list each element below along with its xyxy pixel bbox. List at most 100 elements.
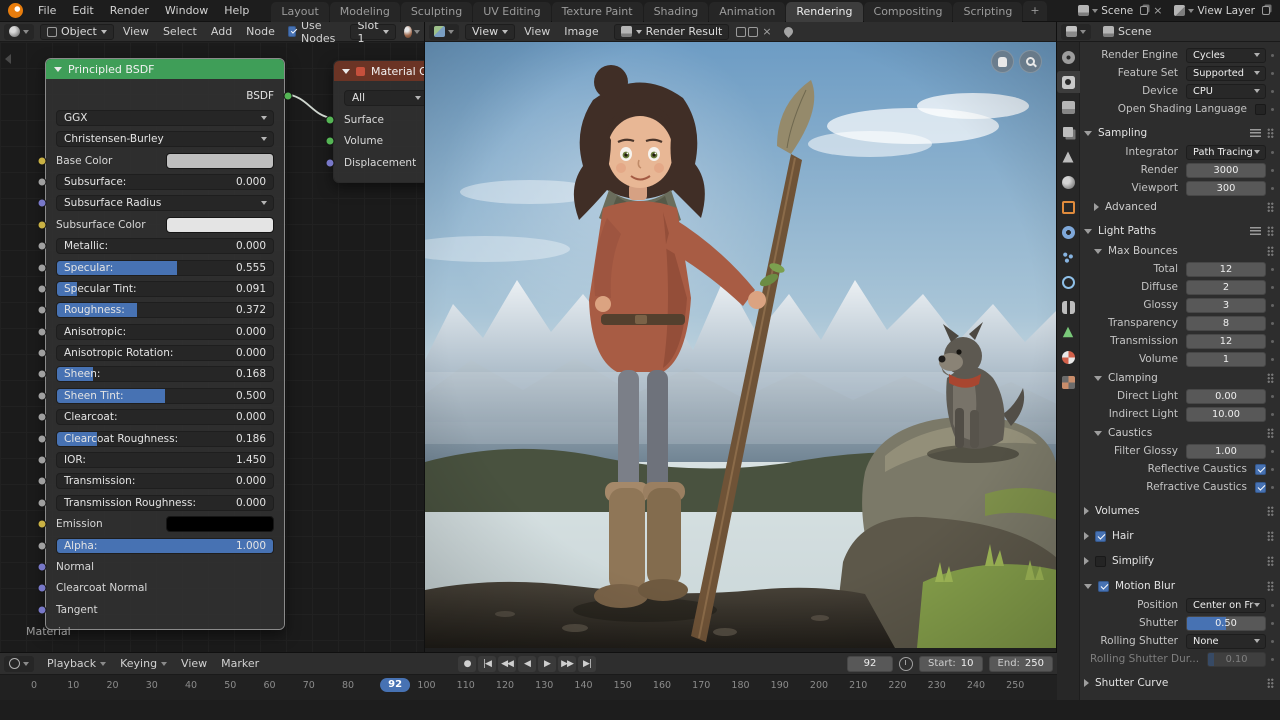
workspace-tab[interactable]: Rendering [786, 2, 862, 22]
node-socket[interactable] [38, 541, 47, 550]
timeline-menu-item[interactable]: Keying [113, 654, 174, 674]
property-checkbox[interactable] [1255, 482, 1266, 493]
view-layer-properties-tab[interactable] [1057, 121, 1080, 143]
constraints-properties-tab[interactable] [1057, 296, 1080, 318]
pin-icon[interactable] [782, 25, 795, 38]
property-row[interactable]: Direct Light 0.00 [1084, 388, 1274, 404]
property-row[interactable]: Max Bounces [1084, 243, 1274, 259]
property-field[interactable]: Supported [1186, 66, 1266, 81]
property-field[interactable]: Center on Frame [1186, 598, 1266, 613]
property-row[interactable]: Indirect Light 10.00 [1084, 406, 1274, 422]
property-field[interactable]: 10.00 [1186, 407, 1266, 422]
unlink-scene-icon[interactable]: × [1151, 4, 1164, 17]
drag-handle-icon[interactable] [1267, 581, 1274, 592]
drag-handle-icon[interactable] [1267, 202, 1274, 213]
node-socket[interactable] [38, 177, 47, 186]
menubar-item[interactable]: Window [157, 0, 216, 22]
node-socket[interactable] [38, 434, 47, 443]
node-input-row[interactable]: All All [344, 89, 424, 107]
view-layer-name[interactable]: View Layer [1197, 5, 1255, 17]
property-row[interactable]: Diffuse 2 [1084, 279, 1274, 295]
collapse-arrow-icon[interactable] [342, 69, 350, 74]
workspace-tab[interactable]: Compositing [864, 2, 953, 22]
node-socket[interactable] [38, 477, 47, 486]
preview-range-icon[interactable] [899, 657, 913, 671]
current-frame-indicator[interactable]: 92 [380, 678, 410, 692]
unlink-image-icon[interactable]: × [760, 25, 773, 38]
property-row[interactable]: Feature Set Supported [1084, 65, 1274, 81]
image-menu-item[interactable]: Image [557, 22, 605, 42]
bsdf-output-row[interactable]: BSDF [56, 87, 274, 105]
property-row[interactable]: Glossy 3 [1084, 297, 1274, 313]
node-socket[interactable] [38, 456, 47, 465]
material-output-node[interactable]: Material Out... All [333, 60, 424, 183]
node-input-row[interactable]: Anisotropic: 0.000 Anisotropic: [56, 323, 274, 341]
jump-to-end-button[interactable]: ▶| [578, 656, 596, 672]
view-layer-dropdown-chevron-icon[interactable] [1188, 9, 1194, 13]
play-reverse-button[interactable]: ◀ [518, 656, 536, 672]
editor-type-button[interactable] [4, 656, 34, 672]
property-row[interactable]: Filter Glossy 1.00 [1084, 443, 1274, 459]
view-layer-selector[interactable]: View Layer [1174, 5, 1270, 17]
scene-selector[interactable]: Scene × [1078, 4, 1164, 17]
property-row[interactable]: Caustics [1084, 425, 1274, 441]
editor-type-button[interactable] [1061, 24, 1091, 40]
node-input-row[interactable]: Clearcoat: 0.000 Clearcoat: [56, 408, 274, 426]
shader-mode-dropdown[interactable]: Object [40, 24, 114, 40]
previous-keyframe-button[interactable]: ◀◀ [498, 656, 516, 672]
workspace-tab[interactable]: Scripting [953, 2, 1022, 22]
property-checkbox[interactable] [1255, 104, 1266, 115]
node-socket[interactable] [38, 284, 47, 293]
property-row[interactable]: Clamping [1084, 370, 1274, 386]
node-socket[interactable] [38, 584, 47, 593]
property-row[interactable]: Shutter 0.50 [1084, 615, 1274, 631]
world-properties-tab[interactable] [1057, 171, 1080, 193]
drag-handle-icon[interactable] [1267, 246, 1274, 257]
node-field[interactable]: Transmission: 0.000 [56, 473, 274, 489]
frame-end-field[interactable]: End: 250 [989, 656, 1053, 672]
modifier-properties-tab[interactable] [1057, 221, 1080, 243]
texture-properties-tab[interactable] [1057, 371, 1080, 393]
editor-type-button[interactable] [4, 24, 34, 40]
node-socket[interactable] [38, 263, 47, 272]
node-socket[interactable] [38, 349, 47, 358]
property-field[interactable]: 0.00 [1186, 389, 1266, 404]
node-input-row[interactable]: Roughness: 0.372 Roughness: [56, 301, 274, 319]
node-field[interactable]: Metallic: 0.000 [56, 238, 274, 254]
editor-type-button[interactable] [429, 24, 459, 40]
current-frame-field[interactable]: 92 [847, 656, 893, 672]
property-row[interactable]: Open Shading Language [1084, 101, 1274, 117]
node-field[interactable]: Christensen-Burley [56, 131, 274, 147]
node-input-row[interactable]: Tangent Tangent [56, 601, 274, 619]
render-result-viewport[interactable] [425, 42, 1056, 652]
node-input-row[interactable]: Normal Normal [56, 558, 274, 576]
property-row[interactable]: Position Center on Frame [1084, 597, 1274, 613]
node-field[interactable]: Anisotropic Rotation: 0.000 [56, 345, 274, 361]
property-row[interactable]: Total 12 [1084, 261, 1274, 277]
node-input-row[interactable]: Displacement Displacement [344, 154, 424, 172]
node-socket[interactable] [326, 158, 335, 167]
node-input-row[interactable]: Clearcoat Roughness: 0.186 Clearcoat Rou… [56, 430, 274, 448]
property-field[interactable]: 3000 [1186, 163, 1266, 178]
node-socket[interactable] [38, 520, 47, 529]
node-input-row[interactable]: Specular Tint: 0.091 Specular Tint: [56, 280, 274, 298]
property-field[interactable]: Cycles [1186, 48, 1266, 63]
node-input-row[interactable]: Sheen: 0.168 Sheen: [56, 365, 274, 383]
property-row[interactable]: Device CPU [1084, 83, 1274, 99]
node-field[interactable]: All [344, 90, 424, 106]
node-field[interactable]: Alpha: 1.000 [56, 538, 274, 554]
node-input-row[interactable]: IOR: 1.450 IOR: [56, 451, 274, 469]
collapse-arrow-icon[interactable] [54, 67, 62, 72]
add-workspace-button[interactable]: + [1023, 1, 1046, 21]
node-socket[interactable] [38, 199, 47, 208]
node-input-row[interactable]: Anisotropic Rotation: 0.000 Anisotropic … [56, 344, 274, 362]
principled-node-header[interactable]: Principled BSDF [46, 59, 284, 79]
use-nodes-toggle[interactable]: Use Nodes [288, 22, 341, 45]
image-menu-item[interactable]: View [517, 22, 557, 42]
node-field[interactable]: Specular: 0.555 [56, 260, 274, 276]
node-socket[interactable] [38, 327, 47, 336]
node-socket[interactable] [38, 562, 47, 571]
color-swatch[interactable] [166, 516, 274, 532]
drag-handle-icon[interactable] [1267, 373, 1274, 384]
node-input-row[interactable]: Subsurface Color Subsurface Color [56, 216, 274, 234]
